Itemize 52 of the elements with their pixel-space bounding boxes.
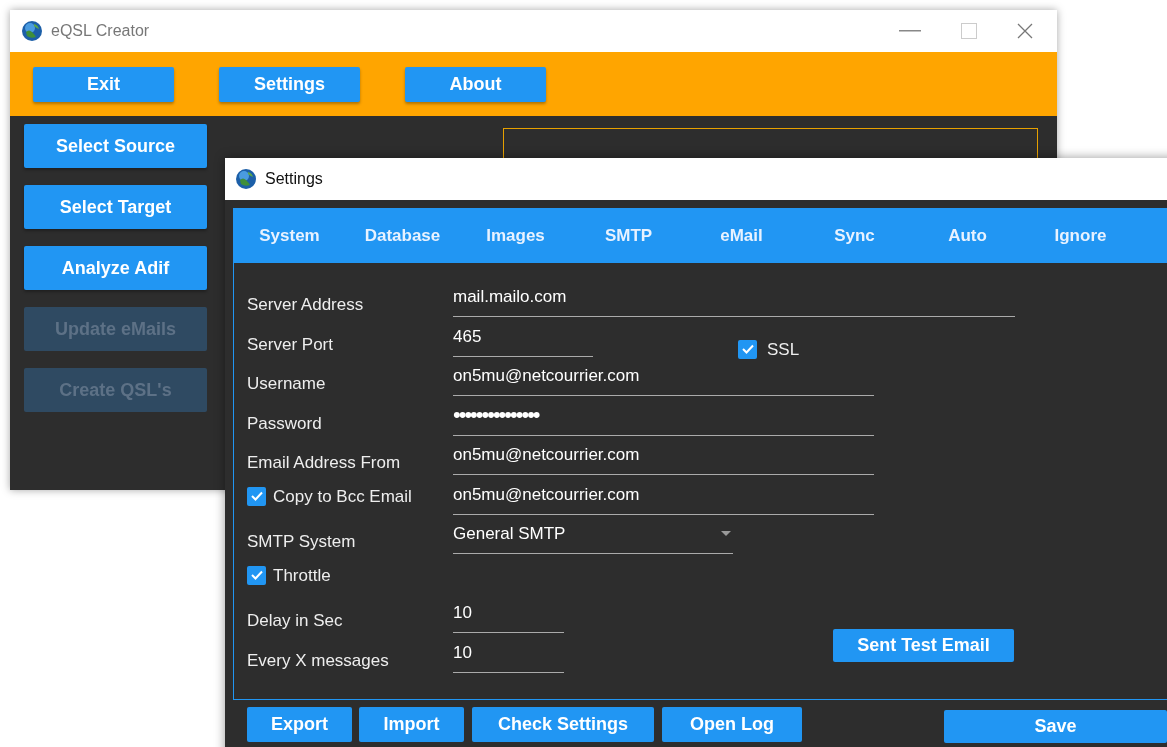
- check-icon: [249, 489, 264, 504]
- field-label: Every X messages: [247, 649, 389, 672]
- check-icon: [249, 568, 264, 583]
- password-field[interactable]: •••••••••••••••: [453, 401, 874, 436]
- tab[interactable]: Ignore: [1024, 208, 1137, 263]
- text-field[interactable]: on5mu@netcourrier.com: [453, 362, 874, 396]
- text-field[interactable]: 10: [453, 638, 564, 673]
- checkbox[interactable]: [247, 486, 266, 506]
- text-field[interactable]: mail.mailo.com: [453, 283, 1015, 317]
- save-button[interactable]: Save: [944, 710, 1167, 743]
- tab[interactable]: Auto: [911, 208, 1024, 263]
- field-label: Server Port: [247, 333, 333, 356]
- field-label: Server Address: [247, 294, 364, 316]
- checkbox-label: SSL: [767, 338, 800, 361]
- window-title: eQSL Creator: [51, 21, 150, 41]
- tab[interactable]: SMTP: [572, 208, 685, 263]
- globe-icon: [235, 168, 257, 190]
- field-label: Password: [247, 412, 322, 435]
- footer-button[interactable]: Check Settings: [472, 707, 654, 742]
- close-icon[interactable]: [1017, 23, 1033, 39]
- field-label: Email Address From: [247, 452, 401, 474]
- field-label: Delay in Sec: [247, 610, 343, 632]
- text-field[interactable]: 465: [453, 322, 593, 357]
- globe-icon: [21, 20, 43, 42]
- text-field[interactable]: on5mu@netcourrier.com: [453, 480, 874, 515]
- toolbar-button[interactable]: Settings: [219, 66, 360, 102]
- dropdown-field[interactable]: General SMTP: [453, 520, 733, 554]
- check-icon: [740, 342, 755, 357]
- toolbar-button[interactable]: Exit: [33, 66, 174, 102]
- sidebar-button[interactable]: Select Target: [24, 185, 207, 229]
- footer-button[interactable]: Open Log: [662, 707, 802, 742]
- footer-button[interactable]: Import: [359, 707, 464, 742]
- field-label: SMTP System: [247, 531, 356, 553]
- text-field[interactable]: on5mu@netcourrier.com: [453, 441, 874, 475]
- tab[interactable]: eMail: [685, 208, 798, 263]
- tab[interactable]: Sync: [798, 208, 911, 263]
- field-label: Username: [247, 373, 326, 395]
- tab[interactable]: System: [233, 208, 346, 263]
- sidebar-button[interactable]: Analyze Adif: [24, 246, 207, 290]
- checkbox[interactable]: [738, 339, 757, 359]
- test-email-button[interactable]: Sent Test Email: [833, 628, 1014, 662]
- sidebar-button[interactable]: Select Source: [24, 124, 207, 168]
- checkbox-label: Copy to Bcc Email: [273, 485, 412, 508]
- footer-button[interactable]: Export: [247, 707, 352, 742]
- checkbox[interactable]: [247, 565, 266, 585]
- checkbox-label: Throttle: [273, 564, 331, 587]
- toolbar-button[interactable]: About: [405, 66, 546, 102]
- text-field[interactable]: 10: [453, 599, 564, 633]
- dropdown-caret-icon: [721, 531, 731, 537]
- tab[interactable]: Database: [346, 208, 459, 263]
- tab[interactable]: Images: [459, 208, 572, 263]
- window-title: Settings: [265, 169, 323, 189]
